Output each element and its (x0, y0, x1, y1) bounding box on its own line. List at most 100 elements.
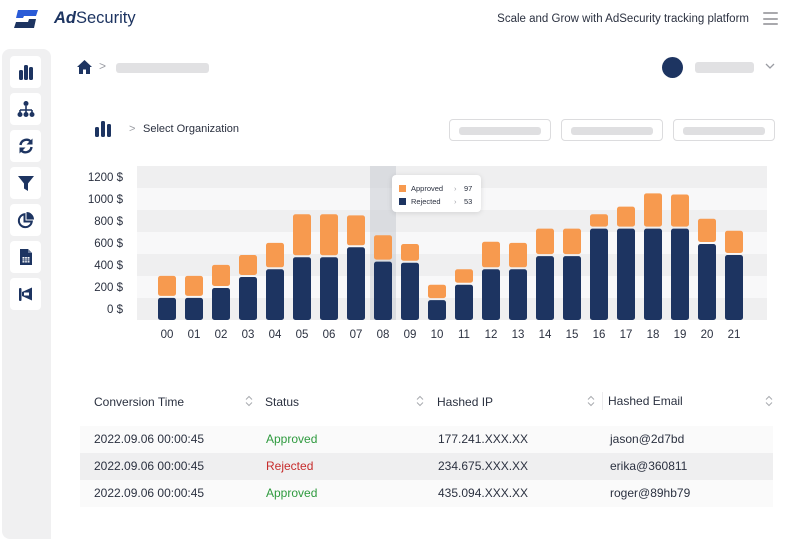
sort-icon[interactable] (587, 395, 595, 407)
table-row[interactable]: 2022.09.06 00:00:45 Rejected 234.675.XXX… (80, 453, 773, 480)
x-tick-label: 12 (485, 329, 498, 341)
x-tick-label: 10 (431, 329, 444, 341)
bar-approved[interactable] (509, 242, 527, 268)
bar-approved[interactable] (239, 255, 257, 275)
sidebar-item-conversions[interactable] (10, 130, 41, 162)
user-avatar[interactable] (662, 57, 683, 78)
bar-approved[interactable] (158, 275, 176, 296)
bar-approved[interactable] (293, 214, 311, 256)
x-tick-label: 07 (350, 329, 363, 341)
breadcrumb-current-placeholder[interactable] (116, 63, 209, 73)
column-header-hashed-email[interactable]: Hashed Email (608, 394, 683, 408)
home-icon[interactable] (77, 60, 92, 74)
bar-group-02 (212, 264, 230, 320)
sidebar-item-reports[interactable] (10, 204, 41, 236)
sidebar-item-filters[interactable] (10, 167, 41, 199)
filter-button-1[interactable] (449, 119, 551, 141)
bar-group-00 (158, 275, 176, 320)
sort-icon[interactable] (245, 395, 253, 407)
user-name-placeholder[interactable] (695, 62, 754, 73)
bar-rejected[interactable] (239, 277, 257, 320)
bar-rejected[interactable] (401, 262, 419, 320)
chart-tooltip: Approved › 97 Rejected › 53 (392, 175, 481, 212)
y-tick-label: 800 $ (94, 216, 123, 228)
x-tick-label: 21 (728, 329, 741, 341)
sort-icon[interactable] (765, 395, 773, 407)
tooltip-row-rejected: Rejected › 53 (399, 196, 475, 206)
cell-status: Approved (266, 486, 318, 500)
cell-hashed-ip: 177.241.XXX.XX (438, 432, 529, 446)
bar-rejected[interactable] (509, 269, 527, 320)
sidebar-item-organization[interactable] (10, 93, 41, 125)
bar-approved[interactable] (347, 215, 365, 246)
sidebar-item-dashboard[interactable] (10, 56, 41, 88)
brand-name-rest: Security (76, 9, 136, 27)
column-header-conversion-time[interactable]: Conversion Time (94, 395, 184, 409)
filter-button-3[interactable] (673, 119, 775, 141)
menu-line (763, 23, 778, 25)
bar-approved[interactable] (536, 228, 554, 255)
bar-rejected[interactable] (185, 297, 203, 320)
bar-rejected[interactable] (590, 228, 608, 320)
bar-rejected[interactable] (455, 284, 473, 320)
bar-approved[interactable] (590, 214, 608, 227)
y-tick-label: 1000 $ (88, 194, 124, 206)
bar-rejected[interactable] (320, 257, 338, 320)
bar-approved[interactable] (374, 235, 392, 260)
bar-rejected[interactable] (428, 300, 446, 320)
bar-group-04 (266, 242, 284, 320)
bar-rejected[interactable] (212, 288, 230, 320)
column-header-hashed-ip[interactable]: Hashed IP (437, 395, 493, 409)
sidebar-item-files[interactable] (10, 241, 41, 273)
bar-rejected[interactable] (671, 228, 689, 320)
bar-approved[interactable] (428, 284, 446, 299)
hamburger-menu-icon[interactable] (763, 12, 778, 25)
bar-approved[interactable] (320, 214, 338, 256)
chevron-down-icon[interactable] (765, 61, 775, 71)
bar-group-19 (671, 194, 689, 320)
bar-approved[interactable] (455, 269, 473, 283)
filter-button-2[interactable] (561, 119, 663, 141)
bar-approved[interactable] (563, 228, 581, 255)
brand-name[interactable]: AdSecurity (54, 9, 136, 28)
y-tick-label: 600 $ (94, 238, 123, 250)
bar-approved[interactable] (401, 244, 419, 261)
bar-rejected[interactable] (374, 261, 392, 320)
cell-hashed-email: jason@2d7bd (610, 432, 685, 446)
bar-approved[interactable] (617, 206, 635, 227)
bar-rejected[interactable] (563, 256, 581, 320)
bar-group-07 (347, 215, 365, 320)
bar-rejected[interactable] (482, 269, 500, 320)
tooltip-label: Rejected (411, 196, 441, 206)
bar-rejected[interactable] (266, 269, 284, 320)
table-row[interactable]: 2022.09.06 00:00:45 Approved 435.094.XXX… (80, 480, 773, 507)
sort-icon[interactable] (416, 395, 424, 407)
chart-bars (158, 193, 743, 320)
bar-rejected[interactable] (293, 257, 311, 320)
bar-approved[interactable] (482, 241, 500, 268)
x-tick-label: 02 (215, 329, 228, 341)
cell-conversion-time: 2022.09.06 00:00:45 (94, 432, 205, 446)
column-header-status[interactable]: Status (265, 395, 299, 409)
bar-approved[interactable] (644, 193, 662, 227)
approved-swatch (399, 184, 406, 192)
bar-approved[interactable] (185, 275, 203, 296)
bar-approved[interactable] (266, 242, 284, 268)
bar-rejected[interactable] (644, 228, 662, 320)
bar-rejected[interactable] (617, 228, 635, 320)
bar-approved[interactable] (212, 264, 230, 286)
select-organization-link[interactable]: Select Organization (143, 123, 239, 135)
bar-rejected[interactable] (347, 247, 365, 320)
filter-icon (17, 176, 34, 191)
adsecurity-logo-icon[interactable] (14, 10, 38, 28)
bar-approved[interactable] (671, 194, 689, 227)
bar-approved[interactable] (698, 218, 716, 242)
sidebar-item-campaigns[interactable] (10, 278, 41, 310)
bar-rejected[interactable] (158, 297, 176, 320)
chart-x-axis: 00 01 02 03 04 05 06 07 08 09 10 11 12 13 14 15 16 17 18 19… (161, 329, 741, 341)
bar-rejected[interactable] (536, 256, 554, 320)
table-row[interactable]: 2022.09.06 00:00:45 Approved 177.241.XXX… (80, 426, 773, 453)
bar-rejected[interactable] (725, 255, 743, 320)
bar-rejected[interactable] (698, 244, 716, 320)
bar-approved[interactable] (725, 230, 743, 253)
